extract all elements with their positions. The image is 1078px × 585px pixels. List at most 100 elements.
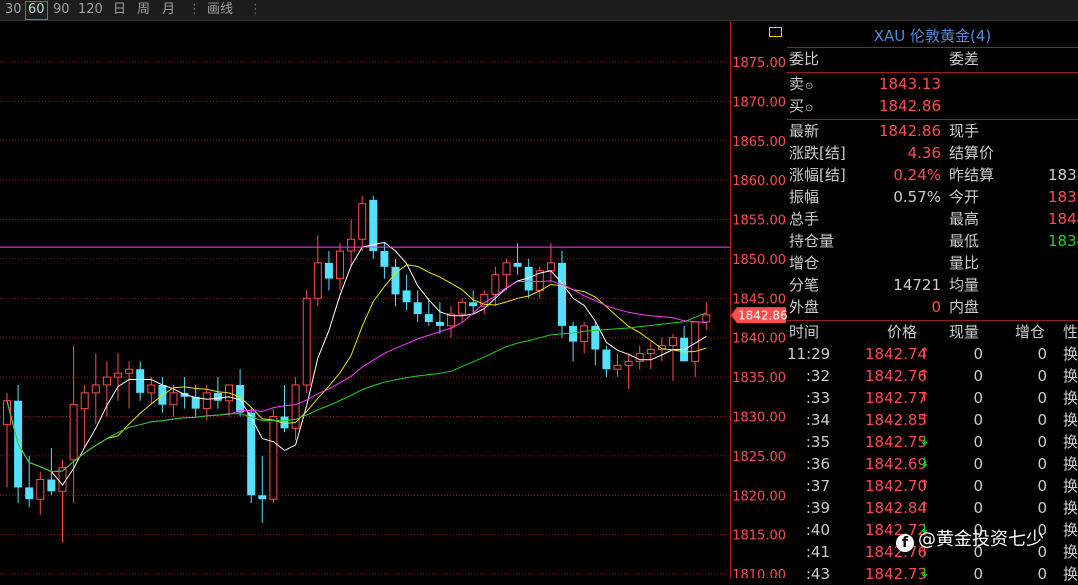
trade-time: :43 xyxy=(805,565,830,583)
price-tick-label: 1825.00 xyxy=(732,450,786,465)
quote-label: 持仓量 xyxy=(789,232,835,250)
order-ratio-label: 委比 xyxy=(789,50,820,68)
last-price-tag-label: 1842.86 xyxy=(738,309,787,323)
trade-row[interactable]: 11:29 1842.74 ↑ 0 0 换 xyxy=(787,343,1078,365)
quote-value xyxy=(867,208,941,230)
candle-series xyxy=(3,195,711,543)
trade-open-interest: 0 xyxy=(1037,367,1047,385)
candle xyxy=(291,377,300,441)
trade-row[interactable]: :35 1842.75 ↓ 0 0 换 xyxy=(787,431,1078,453)
candle-body xyxy=(80,392,89,410)
price-tick-label: 1830.00 xyxy=(732,410,786,425)
candle xyxy=(435,302,444,334)
candle-body xyxy=(469,302,478,307)
candle xyxy=(635,345,644,370)
more-menu-icon[interactable]: ⋮ xyxy=(247,1,264,18)
trade-price: 1842.73 xyxy=(864,565,927,583)
candle xyxy=(302,290,311,393)
timeframe-120[interactable]: 120 xyxy=(76,1,105,18)
quote-label: 现手 xyxy=(949,122,980,140)
facebook-logo-icon: f xyxy=(896,534,914,552)
arrow-down-icon: ↓ xyxy=(919,566,930,581)
trade-type: 换 xyxy=(1063,411,1078,429)
candle xyxy=(580,321,589,354)
timeframe-30[interactable]: 30 xyxy=(3,1,24,18)
timeframe-day[interactable]: 日 xyxy=(111,1,128,18)
trade-type: 换 xyxy=(1063,521,1078,539)
trade-price: 1842.85 xyxy=(864,411,927,429)
quote-label: 量比 xyxy=(949,254,980,272)
trade-time: 11:29 xyxy=(787,345,831,363)
candle xyxy=(669,333,677,382)
trades-column-header: 现量 xyxy=(949,323,980,341)
candle-body xyxy=(102,376,111,386)
quote-value: 0 xyxy=(931,298,941,316)
candle xyxy=(36,471,45,515)
timeframe-60[interactable]: 60 xyxy=(25,1,48,20)
draw-lines-button[interactable]: 画线 xyxy=(205,1,235,18)
price-tick-label: 1860.00 xyxy=(732,174,786,189)
candle-body xyxy=(302,297,311,386)
buy-detail-icon[interactable]: ⊙ xyxy=(805,103,813,114)
candle-body xyxy=(646,349,655,354)
candle-body xyxy=(136,369,145,393)
trade-open-interest: 0 xyxy=(1037,433,1047,451)
arrow-up-icon: ↑ xyxy=(919,390,930,405)
trade-open-interest: 0 xyxy=(1037,499,1047,517)
candle xyxy=(3,392,11,488)
quote-label: 结算价 xyxy=(949,144,995,162)
candle xyxy=(447,306,455,338)
candlestick-chart[interactable]: 1810.00 1815.00 1820.00 1825.00 1830.00 1835.… xyxy=(0,21,787,578)
quote-label: 分笔 xyxy=(789,276,820,294)
trade-time: :32 xyxy=(805,367,830,385)
trade-row[interactable]: :33 1842.77 ↑ 0 0 换 xyxy=(787,387,1078,409)
trade-time: :41 xyxy=(805,543,830,561)
timeframe-90[interactable]: 90 xyxy=(51,1,72,18)
candle xyxy=(558,251,566,338)
candle xyxy=(702,302,711,330)
chart-settings-icon[interactable] xyxy=(769,27,782,37)
candle-body xyxy=(569,325,578,342)
timeframe-week[interactable]: 周 xyxy=(135,1,152,18)
candle xyxy=(680,325,689,362)
trade-quantity: 0 xyxy=(973,565,983,583)
quote-value xyxy=(867,252,941,274)
price-tick-label: 1850.00 xyxy=(732,253,786,268)
sell-label: 卖 xyxy=(789,75,805,93)
quote-label: 昨结算 xyxy=(949,166,995,184)
quote-label: 最高 xyxy=(949,210,980,228)
candle-body xyxy=(491,274,500,295)
candle-body xyxy=(169,392,178,406)
candle xyxy=(58,459,67,543)
trade-row[interactable]: :34 1842.85 ↑ 0 0 换 xyxy=(787,409,1078,431)
trade-row[interactable]: :39 1842.84 ↑ 0 0 换 xyxy=(787,497,1078,519)
candle-body xyxy=(91,384,100,394)
quote-value: 1834 xyxy=(1048,232,1078,250)
price-tick-label: 1865.00 xyxy=(732,135,786,150)
trade-row[interactable]: :36 1842.69 ↓ 0 0 换 xyxy=(787,453,1078,475)
trades-column-header: 时间 xyxy=(789,323,820,341)
candle-body xyxy=(3,400,11,425)
sell-detail-icon[interactable]: ⊙ xyxy=(805,81,813,92)
trade-open-interest: 0 xyxy=(1037,389,1047,407)
sell-row-label: 卖⊙ xyxy=(789,73,813,95)
trade-open-interest: 0 xyxy=(1037,455,1047,473)
timeframe-month[interactable]: 月 xyxy=(160,1,177,18)
buy-row-label: 买⊙ xyxy=(789,95,813,117)
trade-row[interactable]: :32 1842.76 ↑ 0 0 换 xyxy=(787,365,1078,387)
price-tick-label: 1840.00 xyxy=(732,332,786,347)
candle xyxy=(91,353,100,425)
candle xyxy=(125,361,134,409)
trade-open-interest: 0 xyxy=(1037,411,1047,429)
quote-label: 最新 xyxy=(789,122,820,140)
trade-quantity: 0 xyxy=(973,455,983,473)
candle xyxy=(380,243,389,279)
trade-row[interactable]: :43 1842.73 ↓ 0 0 换 xyxy=(787,563,1078,585)
candle-body xyxy=(702,314,711,323)
trade-type: 换 xyxy=(1063,543,1078,561)
ma-10-line xyxy=(6,264,707,473)
candle-body xyxy=(402,290,411,303)
candle xyxy=(546,243,555,283)
trade-row[interactable]: :37 1842.70 ↑ 0 0 换 xyxy=(787,475,1078,497)
candle-body xyxy=(458,301,467,315)
